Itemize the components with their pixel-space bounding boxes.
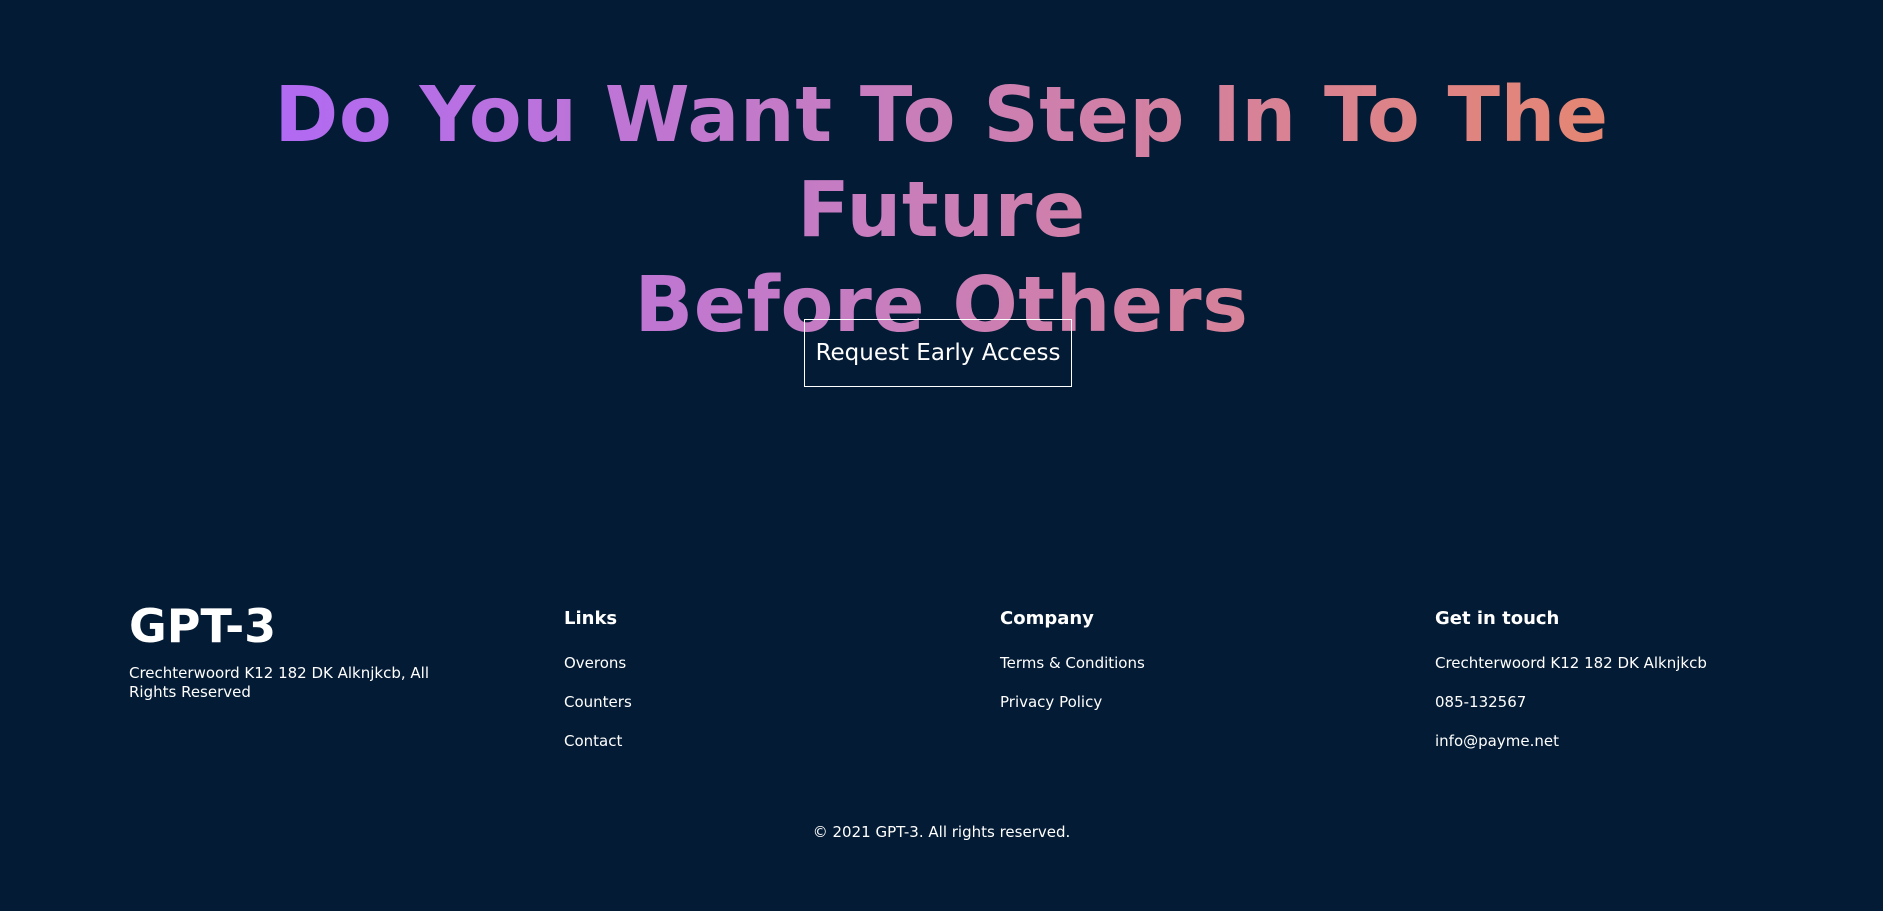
footer-links-column: Links Overons Counters Contact [564, 606, 632, 771]
footer-logo[interactable]: GPT-3 [129, 600, 276, 652]
footer-company-column: Company Terms & Conditions Privacy Polic… [1000, 606, 1145, 732]
footer-company-heading: Company [1000, 608, 1094, 629]
footer-links-heading: Links [564, 608, 618, 629]
footer-link-terms[interactable]: Terms & Conditions [1000, 654, 1145, 673]
footer-contact-email[interactable]: info@payme.net [1435, 732, 1707, 751]
hero-heading-line-1: Do You Want To Step In To The Future [274, 71, 1609, 255]
footer-contact-phone[interactable]: 085-132567 [1435, 693, 1707, 712]
request-early-access-button[interactable]: Request Early Access [804, 319, 1072, 387]
copyright-text: © 2021 GPT-3. All rights reserved. [812, 823, 1071, 841]
footer-link-privacy[interactable]: Privacy Policy [1000, 693, 1145, 712]
footer-link-counters[interactable]: Counters [564, 693, 632, 712]
hero-section: Do You Want To Step In To The Future Bef… [0, 68, 1883, 353]
footer-link-contact[interactable]: Contact [564, 732, 632, 751]
footer-contact-column: Get in touch Crechterwoord K12 182 DK Al… [1435, 606, 1707, 771]
footer-address: Crechterwoord K12 182 DK Alknjkcb, All R… [129, 664, 430, 701]
hero-heading: Do You Want To Step In To The Future Bef… [192, 68, 1692, 353]
footer-link-overons[interactable]: Overons [564, 654, 632, 673]
footer-contact-heading: Get in touch [1435, 608, 1560, 629]
footer-contact-address: Crechterwoord K12 182 DK Alknjkcb [1435, 654, 1707, 672]
